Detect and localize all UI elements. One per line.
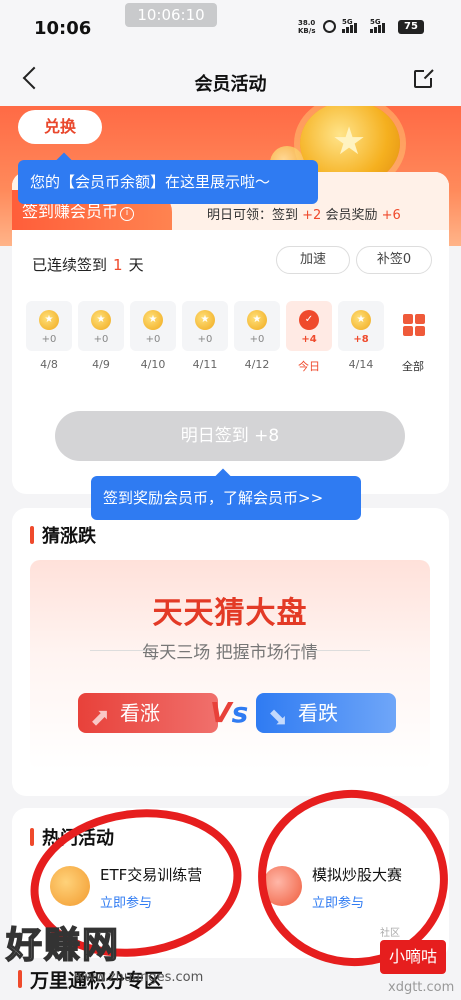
arrow-up-icon: ⬈	[90, 703, 111, 731]
signal-icon	[342, 23, 357, 33]
status-bar: 10:06 10:06:10 38.0 KB/s 5G 5G 75	[0, 0, 461, 58]
day-cell: ★ +8 4/14	[338, 301, 384, 374]
sign-in-calendar: ★ +0 4/8 ★ +0 4/9 ★ +0 4/10 ★ +0 4/11 ★ +0 4/…	[26, 301, 436, 374]
coin-icon: ★	[143, 310, 163, 330]
vs-icon: Vs	[210, 696, 249, 729]
screenshot-time-pill: 10:06:10	[125, 3, 217, 27]
all-days-button[interactable]: 全部	[390, 301, 436, 374]
section-title: 猜涨跌	[30, 522, 96, 548]
signal-icon	[370, 23, 385, 33]
watermark-corner: xdgtt.com	[388, 980, 455, 995]
clock: 10:06	[34, 18, 92, 39]
day-cell: ★ +0 4/11	[182, 301, 228, 374]
exchange-button[interactable]: 兑换	[18, 110, 102, 144]
day-cell: ★ +0 4/8	[26, 301, 72, 374]
balance-tooltip: 您的【会员币余额】在这里展示啦～	[18, 160, 318, 204]
guess-card: 猜涨跌 天天猜大盘 每天三场 把握市场行情 ⬈ 看涨 Vs ⬊ 看跌	[12, 508, 449, 796]
watermark-badge: 小嘀咕	[380, 940, 446, 974]
coin-icon: ★	[351, 310, 371, 330]
alarm-icon	[323, 20, 336, 33]
share-icon[interactable]	[414, 68, 434, 88]
day-cell-today: ✓ +4 今日	[286, 301, 332, 374]
watermark-url: www.zhuanges.com	[74, 970, 204, 985]
coin-icon: ★	[39, 310, 59, 330]
sign-in-card: 签到赚会员币 i 明日可领：签到 +2 会员奖励 +6 已连续签到 1 天 加速 补签…	[12, 172, 449, 494]
day-cell: ★ +0 4/12	[234, 301, 280, 374]
speed-up-button[interactable]: 加速	[276, 246, 350, 274]
day-cell: ★ +0 4/9	[78, 301, 124, 374]
banner-title: 天天猜大盘	[152, 596, 308, 631]
check-icon: ✓	[299, 310, 319, 330]
guess-down-button[interactable]: ⬊ 看跌	[256, 693, 396, 733]
day-cell: ★ +0 4/10	[130, 301, 176, 374]
page-title: 会员活动	[194, 74, 267, 95]
network-speed: 38.0 KB/s	[298, 19, 316, 35]
arrow-down-icon: ⬊	[268, 703, 289, 731]
tomorrow-reward: 明日可领：签到 +2 会员奖励 +6	[207, 208, 401, 223]
coin-icon: ★	[91, 310, 111, 330]
coin-icon: ★	[195, 310, 215, 330]
streak-text: 已连续签到 1 天	[32, 256, 144, 274]
guess-banner[interactable]: 天天猜大盘 每天三场 把握市场行情 ⬈ 看涨 Vs ⬊ 看跌	[30, 560, 430, 770]
info-icon[interactable]: i	[120, 207, 135, 221]
watermark-community: 社区	[380, 928, 400, 939]
banner-subtitle: 每天三场 把握市场行情	[142, 643, 318, 663]
guess-up-button[interactable]: ⬈ 看涨	[78, 693, 218, 733]
battery-icon: 75	[398, 20, 424, 34]
nav-bar: 会员活动	[0, 58, 461, 106]
watermark-logo: 好赚网	[5, 924, 121, 967]
grid-icon	[403, 314, 425, 336]
sign-in-button[interactable]: 明日签到 +8	[55, 411, 405, 461]
reward-tooltip[interactable]: 签到奖励会员币，了解会员币>>	[91, 476, 361, 520]
makeup-button[interactable]: 补签0	[356, 246, 432, 274]
coin-icon: ★	[247, 310, 267, 330]
